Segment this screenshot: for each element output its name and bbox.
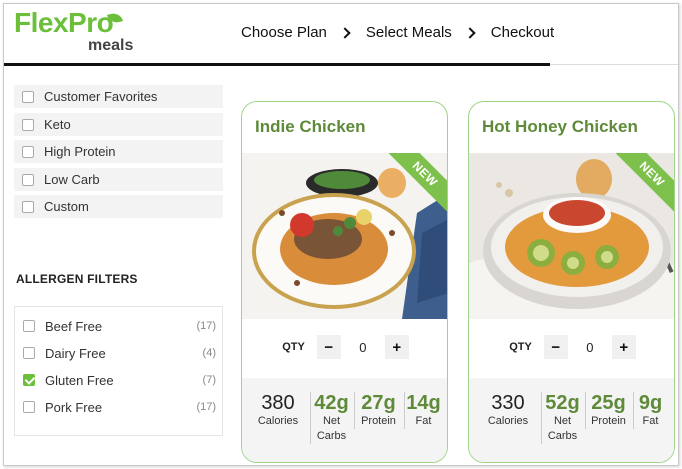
checkbox[interactable] — [22, 145, 34, 158]
calories-stat: 380 Calories — [250, 392, 306, 429]
filter-custom[interactable]: Custom — [14, 195, 223, 218]
fat-value: 9g — [638, 392, 663, 414]
allergen-label: Gluten Free — [45, 372, 114, 388]
logo-text: FlexPro — [14, 7, 114, 38]
meal-card[interactable]: Indie Chicken NEW QTY − 0 + 380 Calories… — [241, 101, 448, 463]
checkbox[interactable] — [23, 320, 35, 332]
calories-stat: 330 Calories — [477, 392, 539, 429]
fat-stat: 14g Fat — [404, 392, 442, 429]
step-choose-plan[interactable]: Choose Plan — [241, 24, 327, 41]
step-select-meals[interactable]: Select Meals — [366, 24, 452, 41]
nutrition-panel: 380 Calories 42g Net Carbs 27g Protein 1… — [242, 378, 447, 462]
progress-track — [550, 64, 678, 65]
step-checkout[interactable]: Checkout — [491, 24, 554, 41]
checkbox[interactable] — [23, 401, 35, 413]
checkbox[interactable] — [22, 200, 34, 213]
calories-value: 380 — [261, 392, 295, 414]
quantity-stepper: QTY − 0 + — [242, 332, 447, 362]
header: FlexPro meals Choose Plan Select Meals C… — [4, 4, 678, 66]
increment-button[interactable]: + — [611, 335, 636, 359]
decrement-button[interactable]: − — [316, 335, 341, 359]
allergen-filters-heading: ALLERGEN FILTERS — [16, 272, 138, 286]
filter-label: Customer Favorites — [44, 89, 158, 104]
filter-label: High Protein — [44, 144, 116, 159]
app-frame: FlexPro meals Choose Plan Select Meals C… — [3, 3, 679, 466]
checkbox[interactable] — [22, 173, 34, 186]
quantity-stepper: QTY − 0 + — [469, 332, 674, 362]
net-carbs-value: 52g — [545, 392, 580, 414]
fat-label: Fat — [415, 415, 432, 427]
allergen-count: (4) — [202, 347, 216, 359]
chevron-right-icon — [339, 26, 351, 39]
checkbox[interactable] — [22, 90, 34, 103]
net-carbs-value: 42g — [314, 392, 349, 414]
filter-low-carb[interactable]: Low Carb — [14, 168, 223, 191]
allergen-count: (17) — [196, 401, 216, 413]
calories-label: Calories — [487, 415, 529, 427]
meal-image[interactable]: NEW — [469, 153, 674, 319]
fat-value: 14g — [406, 392, 441, 414]
qty-label: QTY — [282, 341, 305, 353]
increment-button[interactable]: + — [384, 335, 409, 359]
protein-label: Protein — [361, 415, 396, 427]
checkbox-checked[interactable] — [23, 374, 35, 386]
filter-label: Custom — [44, 199, 89, 214]
allergen-filters-list: Beef Free (17) Dairy Free (4) Gluten Fre… — [14, 306, 223, 436]
protein-label: Protein — [591, 415, 626, 427]
meal-title[interactable]: Indie Chicken — [255, 117, 366, 137]
meal-card[interactable]: Hot Honey Chicken NEW QTY − 0 + 330 Calo… — [468, 101, 675, 463]
protein-value: 27g — [361, 392, 396, 414]
filter-customer-favorites[interactable]: Customer Favorites — [14, 85, 223, 108]
qty-label: QTY — [509, 341, 532, 353]
net-carbs-stat: 52g Net Carbs — [541, 392, 583, 444]
allergen-label: Pork Free — [45, 399, 103, 415]
protein-stat: 27g Protein — [354, 392, 402, 429]
flexpro-logo[interactable]: FlexPro meals — [14, 7, 144, 57]
chevron-right-icon — [464, 26, 476, 39]
checkbox[interactable] — [23, 347, 35, 359]
allergen-beef-free[interactable]: Beef Free (17) — [15, 315, 222, 337]
filter-keto[interactable]: Keto — [14, 113, 223, 136]
allergen-label: Dairy Free — [45, 345, 106, 361]
net-carbs-label: Net Carbs — [547, 415, 578, 442]
decrement-button[interactable]: − — [543, 335, 568, 359]
protein-value: 25g — [591, 392, 626, 414]
filter-high-protein[interactable]: High Protein — [14, 140, 223, 163]
fat-label: Fat — [642, 415, 659, 427]
allergen-gluten-free[interactable]: Gluten Free (7) — [15, 369, 222, 391]
allergen-dairy-free[interactable]: Dairy Free (4) — [15, 342, 222, 364]
net-carbs-stat: 42g Net Carbs — [310, 392, 352, 444]
calories-label: Calories — [257, 415, 299, 427]
checkout-steps: Choose Plan Select Meals Checkout — [241, 24, 554, 41]
meal-image[interactable]: NEW — [242, 153, 447, 319]
quantity-input[interactable]: 0 — [568, 335, 612, 359]
progress-bar — [4, 63, 550, 66]
logo-subtext: meals — [88, 37, 134, 54]
allergen-count: (7) — [202, 374, 216, 386]
allergen-count: (17) — [196, 320, 216, 332]
quantity-input[interactable]: 0 — [341, 335, 385, 359]
filter-label: Low Carb — [44, 172, 100, 187]
net-carbs-label: Net Carbs — [316, 415, 347, 442]
filter-label: Keto — [44, 117, 71, 132]
allergen-label: Beef Free — [45, 318, 103, 334]
meal-title[interactable]: Hot Honey Chicken — [482, 117, 638, 137]
protein-stat: 25g Protein — [585, 392, 631, 429]
nutrition-panel: 330 Calories 52g Net Carbs 25g Protein 9… — [469, 378, 674, 462]
checkbox[interactable] — [22, 118, 34, 131]
calories-value: 330 — [491, 392, 525, 414]
fat-stat: 9g Fat — [633, 392, 667, 429]
allergen-pork-free[interactable]: Pork Free (17) — [15, 396, 222, 418]
